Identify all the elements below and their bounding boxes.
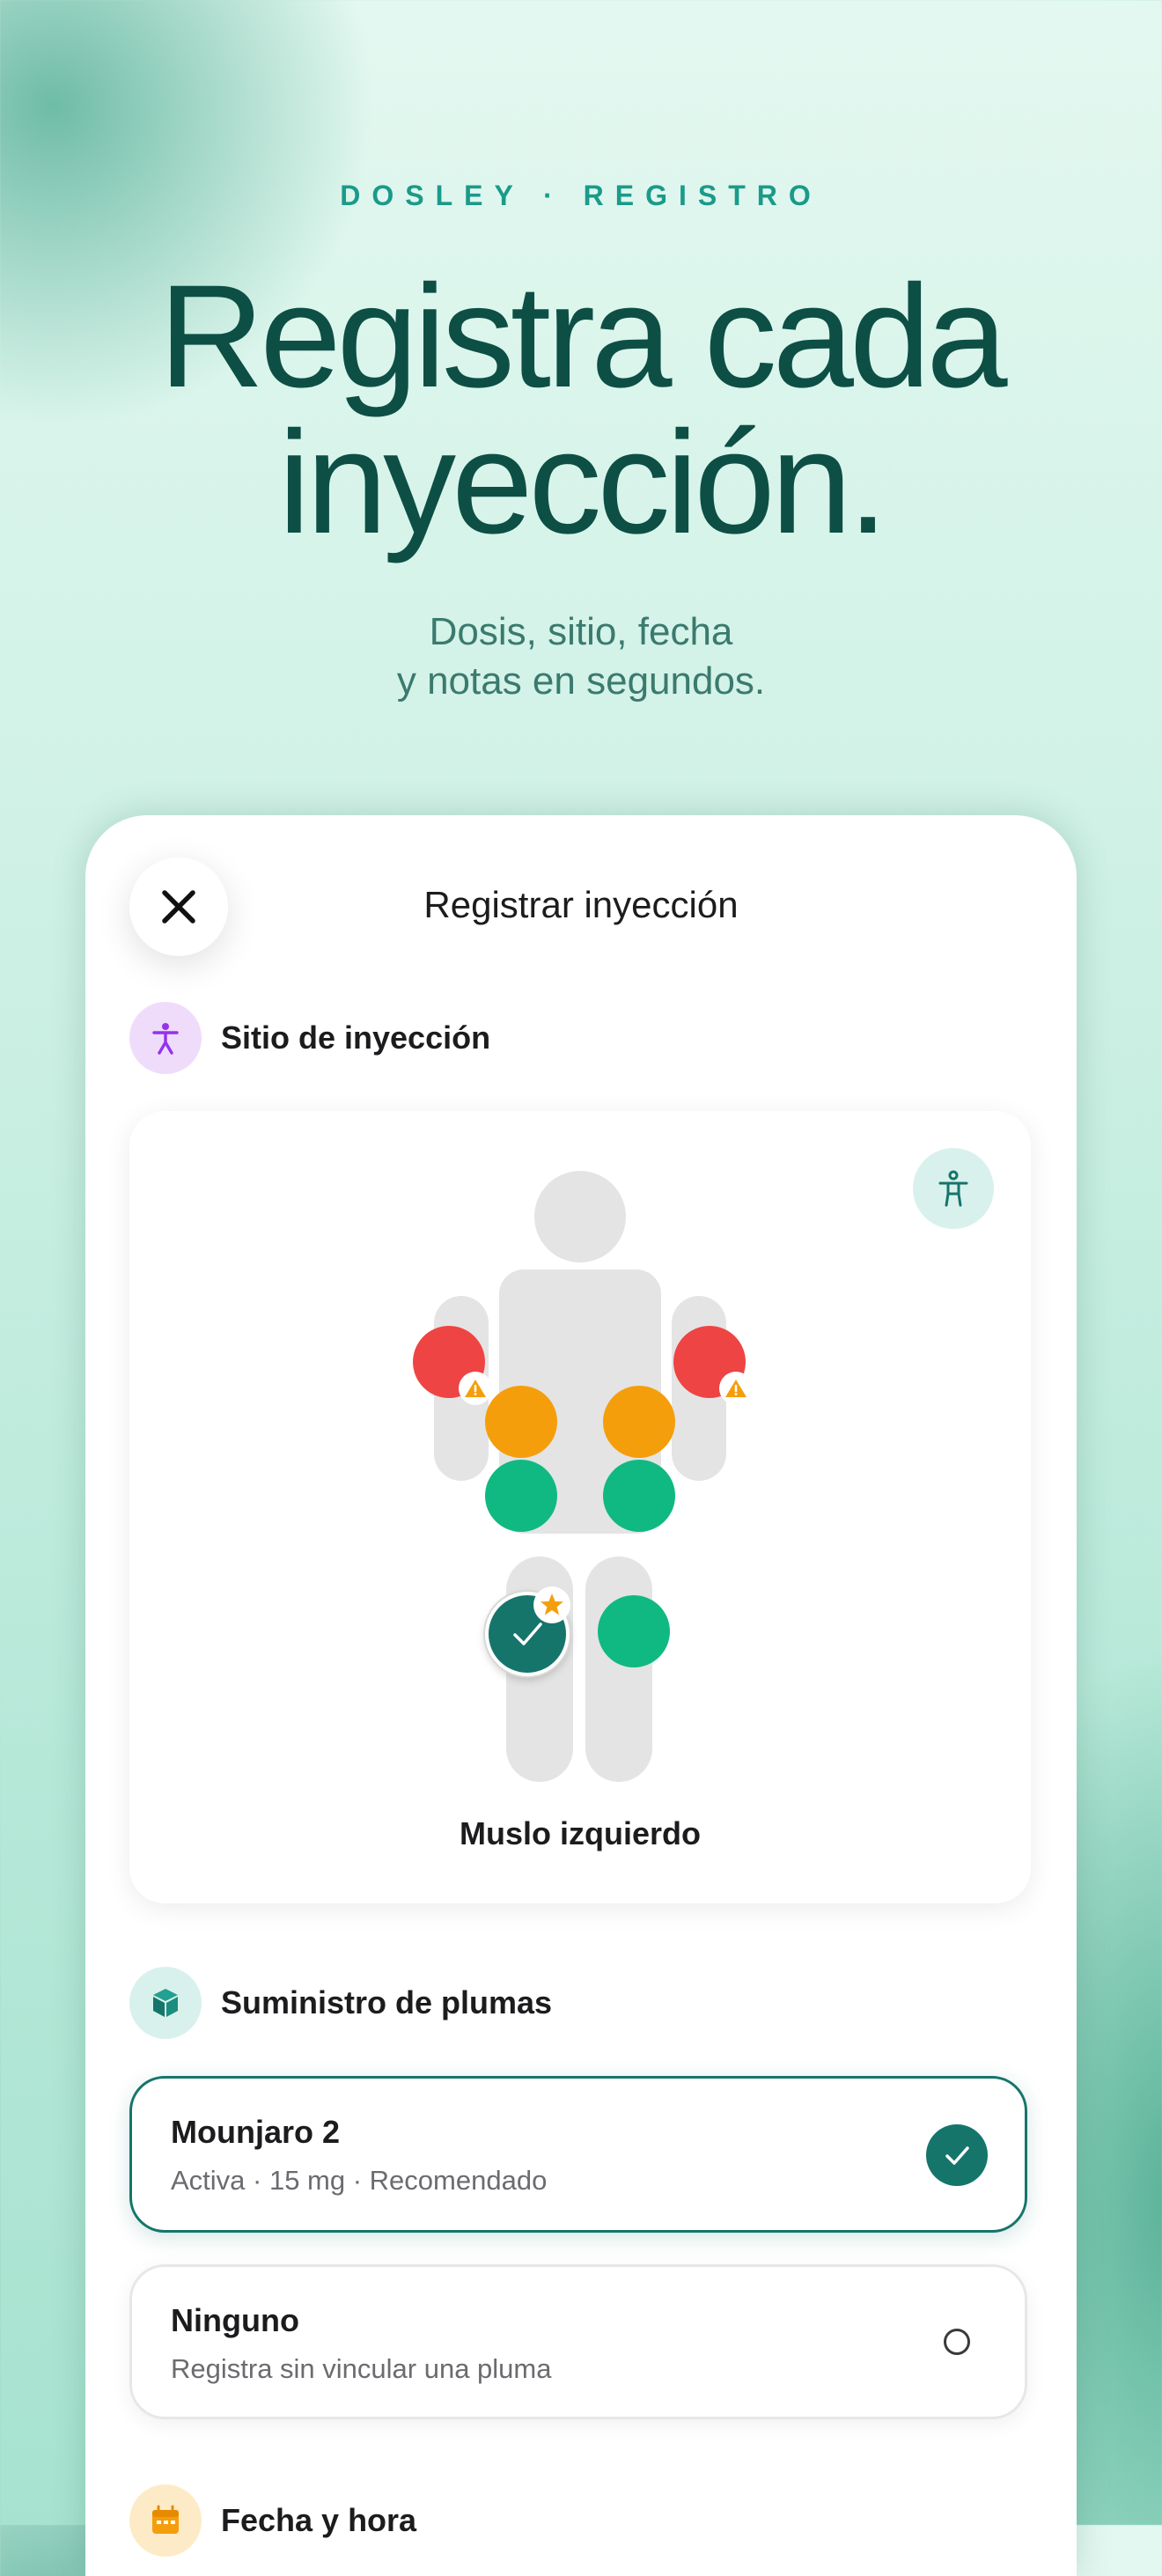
- pen-option-name: Ninguno: [171, 2302, 299, 2338]
- warning-icon: [465, 1380, 486, 1397]
- calendar-icon: [129, 2484, 202, 2557]
- subhead-line-1: Dosis, sitio, fecha: [429, 610, 733, 653]
- subhead-line-2: y notas en segundos.: [396, 659, 766, 703]
- pen-option-mounjaro[interactable]: Mounjaro 2 Activa · 15 mg · Recomendado: [129, 2076, 1027, 2233]
- star-icon: [541, 1593, 563, 1616]
- date-time-header: Fecha y hora: [129, 2484, 416, 2557]
- injection-site-header: Sitio de inyección: [129, 1002, 490, 1074]
- site-abdomen-lower-left[interactable]: [603, 1460, 675, 1532]
- site-thigh-right[interactable]: [598, 1595, 670, 1667]
- site-abdomen-upper-left[interactable]: [603, 1386, 675, 1458]
- eyebrow: DOSLEY · REGISTRO: [340, 180, 822, 211]
- screen-title: Registrar inyección: [423, 884, 739, 925]
- headline-line-1: Registra cada: [158, 255, 1007, 418]
- radio-unselected-icon: [944, 2329, 970, 2355]
- body-map-card: Muslo izquierdo: [129, 1111, 1031, 1903]
- injection-site-label: Sitio de inyección: [221, 1019, 491, 1056]
- date-time-label: Fecha y hora: [221, 2502, 417, 2538]
- site-abdomen-lower-right[interactable]: [485, 1460, 557, 1532]
- recommended-star-badge: [533, 1586, 570, 1623]
- headline-line-2: inyección.: [277, 401, 888, 564]
- warning-badge: [719, 1372, 753, 1405]
- pen-supply-header: Suministro de plumas: [129, 1967, 552, 2039]
- body-view-toggle[interactable]: [913, 1148, 994, 1229]
- pen-option-detail: Registra sin vincular una pluma: [171, 2353, 552, 2384]
- pen-option-detail: Activa · 15 mg · Recomendado: [171, 2165, 548, 2196]
- phone-screen: Registrar inyección Sitio de inyección M…: [85, 815, 1077, 2576]
- body-view-icon: [938, 1170, 968, 1207]
- selected-site-label: Muslo izquierdo: [460, 1815, 701, 1851]
- body-head: [534, 1171, 626, 1262]
- selected-check-icon: [926, 2124, 988, 2186]
- headline: Registra cada inyección.: [0, 264, 1162, 556]
- warning-icon: [725, 1380, 746, 1397]
- person-figure-icon: [129, 1002, 202, 1074]
- pen-option-name: Mounjaro 2: [171, 2114, 341, 2150]
- box-icon: [129, 1967, 202, 2039]
- body-right-leg: [585, 1557, 652, 1782]
- pen-supply-label: Suministro de plumas: [221, 1984, 553, 2020]
- site-abdomen-upper-right[interactable]: [485, 1386, 557, 1458]
- pen-option-none[interactable]: Ninguno Registra sin vincular una pluma: [129, 2264, 1027, 2419]
- subhead: Dosis, sitio, fecha y notas en segundos.: [0, 607, 1162, 706]
- warning-badge: [459, 1372, 492, 1405]
